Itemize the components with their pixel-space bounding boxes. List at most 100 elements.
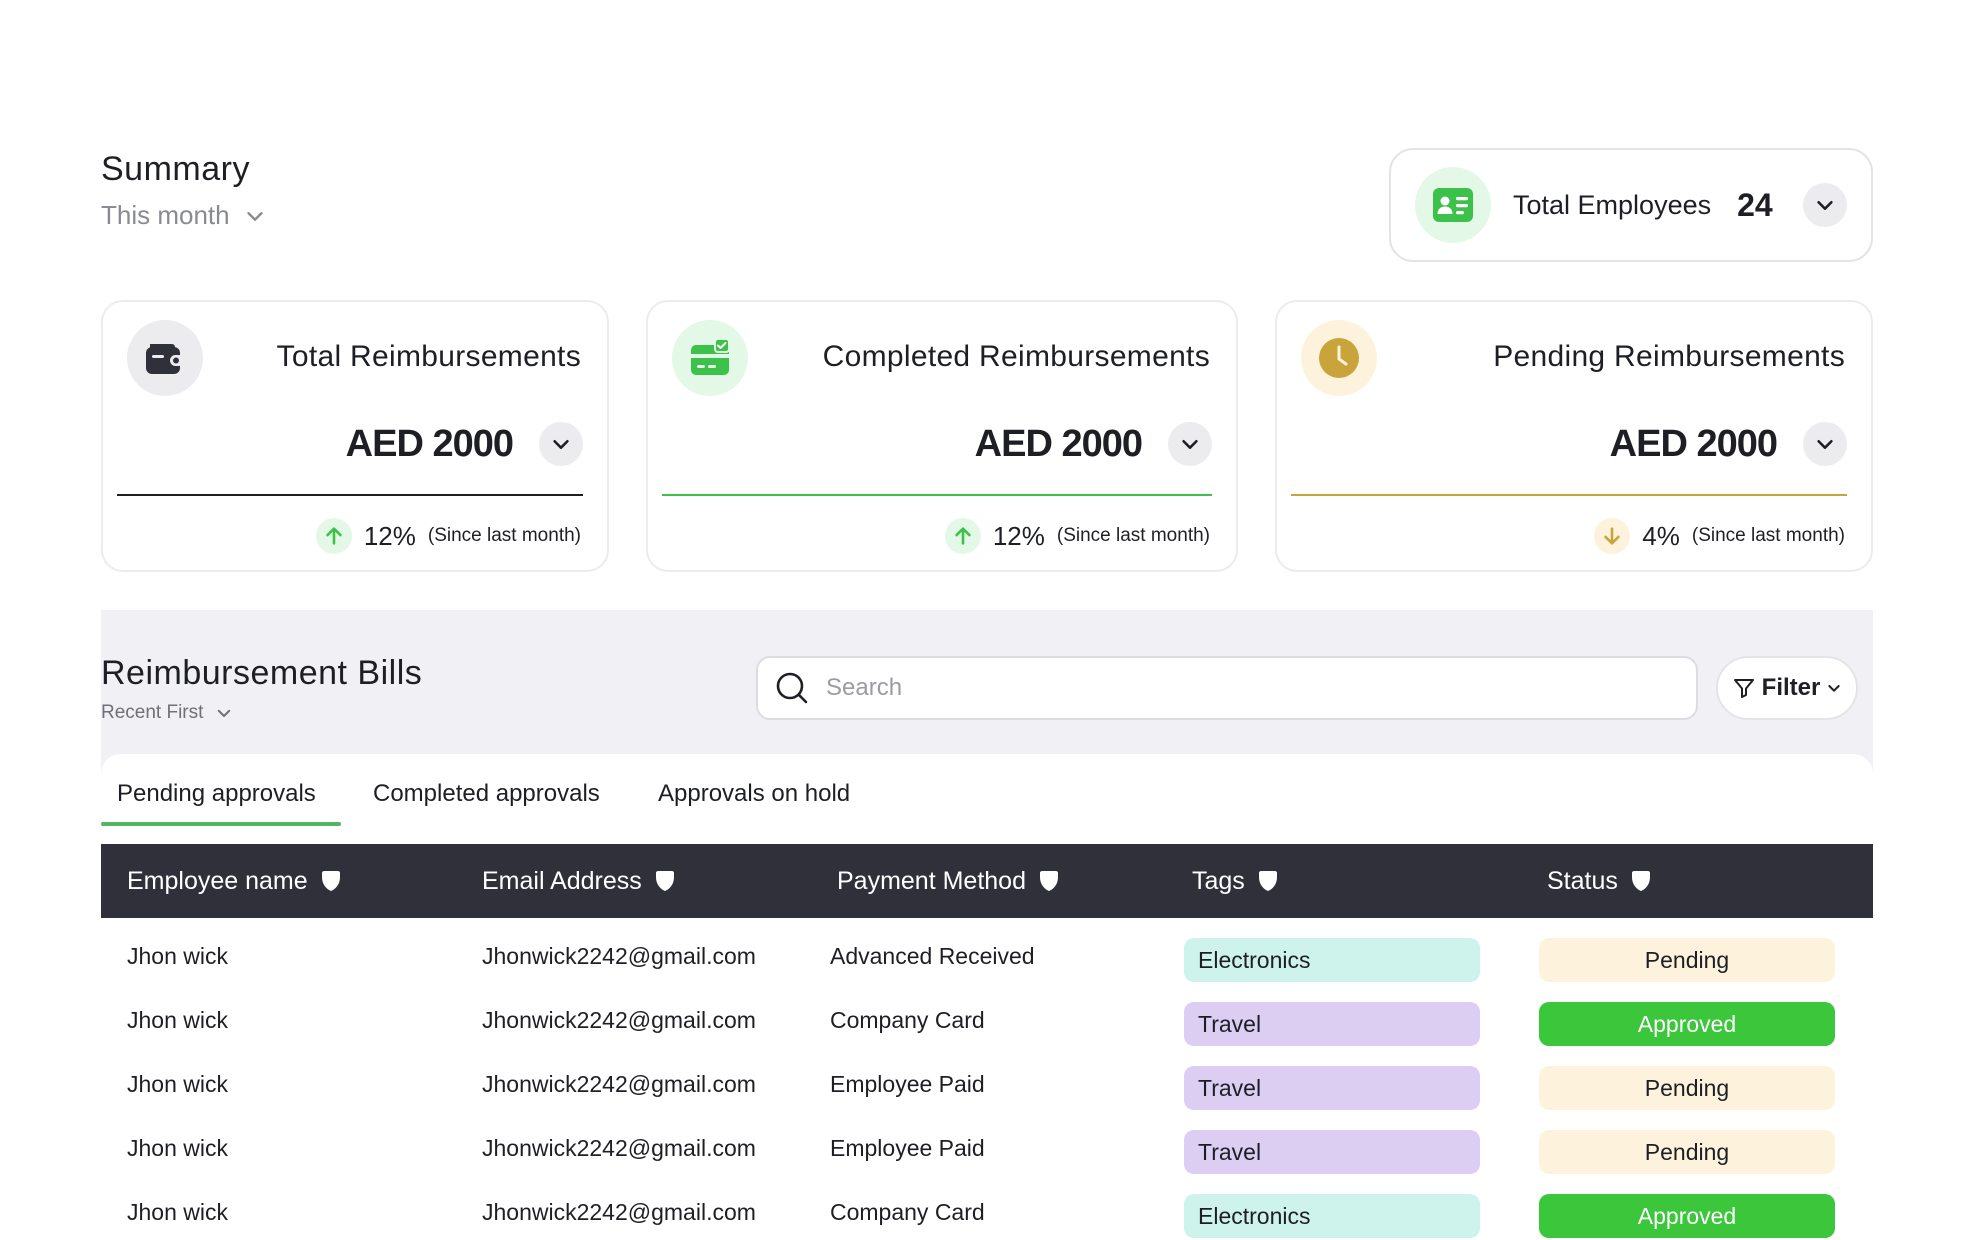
email-cell: Jhonwick2242@gmail.com <box>482 942 756 969</box>
wallet-icon <box>127 320 203 396</box>
payment-method-cell: Company Card <box>830 1006 985 1033</box>
chevron-down-icon <box>1817 439 1833 449</box>
column-header-label: Status <box>1547 866 1618 895</box>
chevron-down-icon <box>218 709 231 717</box>
stat-expand-button[interactable] <box>1168 422 1212 466</box>
chevron-down-icon <box>247 211 263 221</box>
email-cell: Jhonwick2242@gmail.com <box>482 1070 756 1097</box>
stat-amount: AED 2000 <box>345 422 514 465</box>
stat-title: Completed Reimbursements <box>822 340 1210 373</box>
sort-shield-icon <box>321 871 340 891</box>
chevron-down-icon <box>1817 200 1833 210</box>
table-row[interactable]: Jhon wick Jhonwick2242@gmail.com Company… <box>101 1180 1873 1240</box>
completed-reimbursements-card: Completed Reimbursements AED 2000 12% (S… <box>646 300 1238 572</box>
table-header: Employee name Email Address Payment Meth… <box>101 844 1873 918</box>
filter-label: Filter <box>1761 674 1821 701</box>
table-row[interactable]: Jhon wick Jhonwick2242@gmail.com Company… <box>101 988 1873 1052</box>
status-badge: Approved <box>1539 1194 1835 1238</box>
tag-badge: Electronics <box>1184 1194 1480 1238</box>
stat-since: (Since last month) <box>1056 525 1210 546</box>
sort-shield-icon <box>1258 871 1277 891</box>
sort-shield-icon <box>1040 871 1058 891</box>
arrow-down-icon <box>1594 518 1631 554</box>
stat-change: 12% <box>363 520 416 551</box>
stat-title: Pending Reimbursements <box>1493 340 1845 373</box>
employee-name-cell: Jhon wick <box>127 1070 228 1097</box>
email-cell: Jhonwick2242@gmail.com <box>482 1134 756 1161</box>
email-cell: Jhonwick2242@gmail.com <box>482 1198 756 1225</box>
period-label: This month <box>101 200 230 230</box>
column-header-email-address[interactable]: Email Address <box>482 844 676 918</box>
tag-badge: Travel <box>1184 1130 1480 1174</box>
payment-method-cell: Company Card <box>830 1198 985 1225</box>
total-reimbursements-card: Total Reimbursements AED 2000 12% (Since… <box>101 300 609 572</box>
table-row[interactable]: Jhon wick Jhonwick2242@gmail.com Employe… <box>101 1116 1873 1180</box>
employee-id-icon <box>1415 167 1491 243</box>
search-icon <box>776 672 808 704</box>
column-header-label: Employee name <box>127 866 308 895</box>
chevron-down-icon <box>1182 439 1198 449</box>
table-row[interactable]: Jhon wick Jhonwick2242@gmail.com Advance… <box>101 924 1873 988</box>
approval-tabs: Pending approvals Completed approvals Ap… <box>101 754 1873 844</box>
bills-table-panel: Pending approvals Completed approvals Ap… <box>101 754 1873 1240</box>
arrow-up-icon <box>944 518 981 554</box>
status-badge: Pending <box>1539 1066 1835 1110</box>
bills-title: Reimbursement Bills <box>101 654 423 692</box>
stat-amount: AED 2000 <box>974 422 1143 465</box>
sort-dropdown[interactable]: Recent First <box>101 702 233 724</box>
search-box <box>756 656 1698 720</box>
tag-badge: Electronics <box>1184 938 1480 982</box>
stat-title: Total Reimbursements <box>276 340 581 373</box>
column-header-tags[interactable]: Tags <box>1192 844 1279 918</box>
column-header-employee-name[interactable]: Employee name <box>127 844 342 918</box>
period-dropdown[interactable]: This month <box>101 200 266 231</box>
employee-name-cell: Jhon wick <box>127 1006 228 1033</box>
column-header-payment-method[interactable]: Payment Method <box>837 844 1060 918</box>
stat-expand-button[interactable] <box>1803 422 1847 466</box>
payment-method-cell: Advanced Received <box>830 942 1035 969</box>
sort-shield-icon <box>1631 871 1650 891</box>
total-employees-label: Total Employees <box>1513 189 1712 220</box>
stat-expand-button[interactable] <box>539 422 583 466</box>
search-input[interactable] <box>826 674 1646 702</box>
column-header-status[interactable]: Status <box>1547 844 1652 918</box>
employees-expand-button[interactable] <box>1803 183 1847 227</box>
stat-amount: AED 2000 <box>1609 422 1778 465</box>
filter-icon <box>1733 679 1754 698</box>
total-employees-count: 24 <box>1737 186 1773 223</box>
tag-badge: Travel <box>1184 1002 1480 1046</box>
tab-approvals-on-hold[interactable]: Approvals on hold <box>658 780 850 808</box>
employee-name-cell: Jhon wick <box>127 1198 228 1225</box>
active-tab-indicator <box>101 822 341 826</box>
column-header-label: Payment Method <box>837 866 1026 895</box>
tag-badge: Travel <box>1184 1066 1480 1110</box>
stat-divider <box>1291 494 1847 496</box>
status-badge: Pending <box>1539 1130 1835 1174</box>
payment-method-cell: Employee Paid <box>830 1070 985 1097</box>
total-employees-card: Total Employees 24 <box>1389 148 1873 262</box>
status-badge: Approved <box>1539 1002 1835 1046</box>
stat-change: 4% <box>1642 520 1680 551</box>
tab-pending-approvals[interactable]: Pending approvals <box>117 780 316 808</box>
email-cell: Jhonwick2242@gmail.com <box>482 1006 756 1033</box>
column-header-label: Tags <box>1192 866 1245 895</box>
employee-name-cell: Jhon wick <box>127 1134 228 1161</box>
card-check-icon <box>672 320 748 396</box>
chevron-down-icon <box>553 439 569 449</box>
filter-button[interactable]: Filter <box>1716 656 1858 720</box>
stat-divider <box>117 494 583 496</box>
clock-icon <box>1301 320 1377 396</box>
sort-shield-icon <box>655 871 674 891</box>
summary-title: Summary <box>101 150 250 188</box>
column-header-label: Email Address <box>482 866 642 895</box>
tab-completed-approvals[interactable]: Completed approvals <box>373 780 600 808</box>
payment-method-cell: Employee Paid <box>830 1134 985 1161</box>
employee-name-cell: Jhon wick <box>127 942 228 969</box>
stat-since: (Since last month) <box>427 525 581 546</box>
arrow-up-icon <box>315 518 352 554</box>
stat-divider <box>662 494 1212 496</box>
status-badge: Pending <box>1539 938 1835 982</box>
sort-label: Recent First <box>101 702 204 723</box>
table-row[interactable]: Jhon wick Jhonwick2242@gmail.com Employe… <box>101 1052 1873 1116</box>
stat-change: 12% <box>992 520 1045 551</box>
